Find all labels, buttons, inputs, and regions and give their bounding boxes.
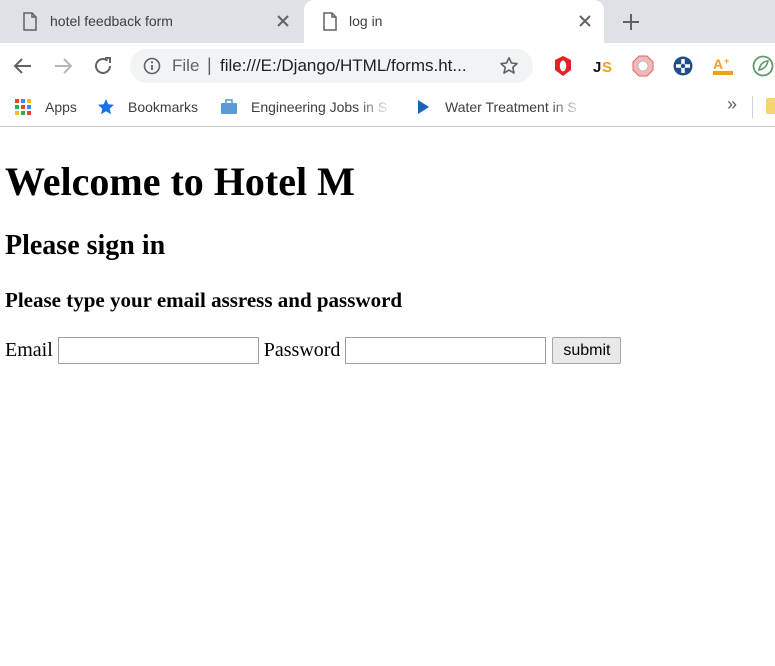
new-tab-plus-icon[interactable]: [620, 11, 642, 33]
a-plus-scout-extension-icon[interactable]: A +: [712, 55, 734, 77]
forward-arrow-icon[interactable]: [51, 54, 75, 78]
email-field[interactable]: [57, 337, 259, 364]
tab-strip: hotel feedback form log in: [0, 0, 775, 43]
bookmark-label: Engineering Jobs in S: [251, 99, 388, 115]
tab-log-in[interactable]: log in: [304, 0, 604, 43]
password-field[interactable]: [345, 337, 547, 364]
document-icon: [23, 12, 37, 31]
svg-text:A: A: [713, 56, 723, 72]
bookmark-engineering-jobs[interactable]: Engineering Jobs in S: [220, 96, 392, 118]
bookmarks-divider: [752, 96, 753, 118]
js-extension-icon[interactable]: J S: [592, 55, 614, 77]
submit-button[interactable]: submit: [552, 337, 622, 364]
tab-hotel-feedback-form[interactable]: hotel feedback form: [0, 0, 302, 43]
blue-cross-extension-icon[interactable]: [672, 55, 694, 77]
page-content: Welcome to Hotel M Please sign in Please…: [0, 128, 775, 666]
scheme-label: File: [172, 56, 200, 75]
scheme-separator: |: [207, 55, 212, 75]
info-icon[interactable]: [143, 57, 161, 75]
back-arrow-icon[interactable]: [11, 54, 35, 78]
email-label: Email: [5, 339, 53, 361]
reload-icon[interactable]: [91, 54, 115, 78]
page-title: Welcome to Hotel M: [5, 159, 355, 204]
instruction-heading: Please type your email assress and passw…: [5, 288, 403, 312]
tab-title: log in: [349, 13, 383, 29]
bookmark-water-treatment[interactable]: Water Treatment in S: [414, 96, 584, 118]
opera-extension-icon[interactable]: [552, 55, 574, 77]
bookmark-star-icon[interactable]: [499, 56, 519, 76]
play-icon: [418, 100, 429, 114]
svg-text:S: S: [602, 59, 612, 76]
bookmark-label: Water Treatment in S: [445, 99, 577, 115]
bookmark-label: Apps: [45, 99, 77, 115]
stop-extension-icon[interactable]: [632, 55, 654, 77]
star-icon: [98, 99, 114, 115]
tab-title: hotel feedback form: [50, 13, 173, 29]
bookmark-bookmarks[interactable]: Bookmarks: [97, 96, 198, 118]
green-leaf-extension-icon[interactable]: [752, 55, 774, 77]
browser-toolbar: File | file:///E:/Django/HTML/forms.ht..…: [0, 43, 775, 88]
bookmark-apps[interactable]: Apps: [14, 96, 77, 118]
sign-in-heading: Please sign in: [5, 230, 166, 261]
bookmarks-overflow-chevron[interactable]: »: [727, 94, 737, 115]
login-form: Email Password submit: [5, 337, 622, 364]
folder-icon[interactable]: [766, 98, 775, 114]
close-tab-icon[interactable]: [576, 12, 594, 30]
bookmarks-bar: Apps Bookmarks Engineering Jobs in S Wat…: [0, 88, 775, 127]
url-text[interactable]: file:///E:/Django/HTML/forms.ht...: [220, 56, 467, 76]
svg-text:+: +: [724, 56, 729, 66]
close-tab-icon[interactable]: [274, 12, 292, 30]
address-bar[interactable]: File | file:///E:/Django/HTML/forms.ht..…: [130, 49, 533, 83]
bookmark-label: Bookmarks: [128, 99, 199, 115]
document-icon: [323, 12, 337, 31]
password-label: Password: [263, 339, 341, 361]
svg-text:J: J: [593, 59, 601, 76]
briefcase-icon: [221, 99, 237, 114]
apps-grid-icon: [15, 99, 31, 115]
